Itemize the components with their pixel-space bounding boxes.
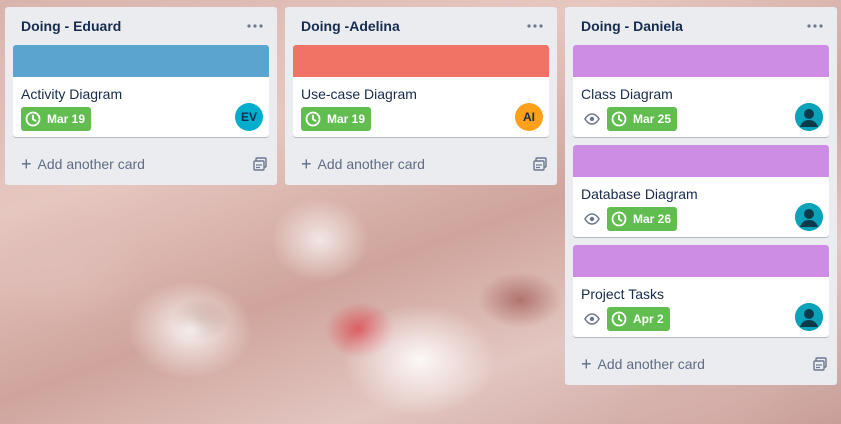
clock-icon [611,111,627,127]
list-title[interactable]: Doing - Daniela [581,18,683,34]
card-use-case-diagram[interactable]: Use-case Diagram Mar 19 AI [293,45,549,137]
card-title: Project Tasks [581,286,664,302]
card-project-tasks[interactable]: Project Tasks Apr 2 [573,245,829,337]
card-cover [573,245,829,277]
due-date-badge[interactable]: Mar 25 [607,107,678,131]
list-doing-daniela: Doing - Daniela Class Diagram Mar 25 Dat… [565,7,837,385]
due-date-text: Mar 19 [47,112,86,126]
member-avatar[interactable]: EV [235,103,263,131]
clock-icon [611,211,627,227]
list-header[interactable]: Doing - Eduard [13,7,269,45]
due-date-text: Mar 26 [633,212,672,226]
due-date-text: Mar 19 [327,112,366,126]
card-template-icon[interactable] [253,157,267,171]
add-card-button[interactable]: + Add another card [13,145,269,183]
add-card-button[interactable]: + Add another card [573,345,829,383]
card-activity-diagram[interactable]: Activity Diagram Mar 19 EV [13,45,269,137]
ellipsis-icon[interactable] [523,16,547,36]
member-avatar[interactable]: AI [515,103,543,131]
card-cover [13,45,269,77]
eye-icon [581,109,603,129]
list-doing-adelina: Doing -Adelina Use-case Diagram Mar 19 A… [285,7,557,185]
card-cover [293,45,549,77]
due-date-badge[interactable]: Mar 19 [21,107,92,131]
due-date-text: Mar 25 [633,112,672,126]
due-date-badge[interactable]: Mar 19 [301,107,372,131]
card-template-icon[interactable] [533,157,547,171]
plus-icon: + [21,154,32,174]
due-date-text: Apr 2 [633,312,664,326]
plus-icon: + [301,154,312,174]
card-cover [573,45,829,77]
add-card-button[interactable]: + Add another card [293,145,549,183]
user-avatar-icon[interactable] [795,303,823,331]
list-header[interactable]: Doing - Daniela [573,7,829,45]
eye-icon [581,209,603,229]
list-title[interactable]: Doing - Eduard [21,18,121,34]
due-date-badge[interactable]: Mar 26 [607,207,678,231]
user-avatar-icon[interactable] [795,203,823,231]
add-card-label: Add another card [317,156,425,172]
clock-icon [611,311,627,327]
clock-icon [305,111,321,127]
add-card-label: Add another card [597,356,705,372]
eye-icon [581,309,603,329]
due-date-badge[interactable]: Apr 2 [607,307,670,331]
list-title[interactable]: Doing -Adelina [301,18,400,34]
card-title: Class Diagram [581,86,673,102]
add-card-label: Add another card [37,156,145,172]
card-database-diagram[interactable]: Database Diagram Mar 26 [573,145,829,237]
list-doing-eduard: Doing - Eduard Activity Diagram Mar 19 E… [5,7,277,185]
card-title: Activity Diagram [21,86,123,102]
card-template-icon[interactable] [813,357,827,371]
ellipsis-icon[interactable] [803,16,827,36]
card-cover [573,145,829,177]
list-header[interactable]: Doing -Adelina [293,7,549,45]
card-class-diagram[interactable]: Class Diagram Mar 25 [573,45,829,137]
plus-icon: + [581,354,592,374]
card-title: Database Diagram [581,186,698,202]
user-avatar-icon[interactable] [795,103,823,131]
ellipsis-icon[interactable] [243,16,267,36]
card-title: Use-case Diagram [301,86,417,102]
clock-icon [25,111,41,127]
